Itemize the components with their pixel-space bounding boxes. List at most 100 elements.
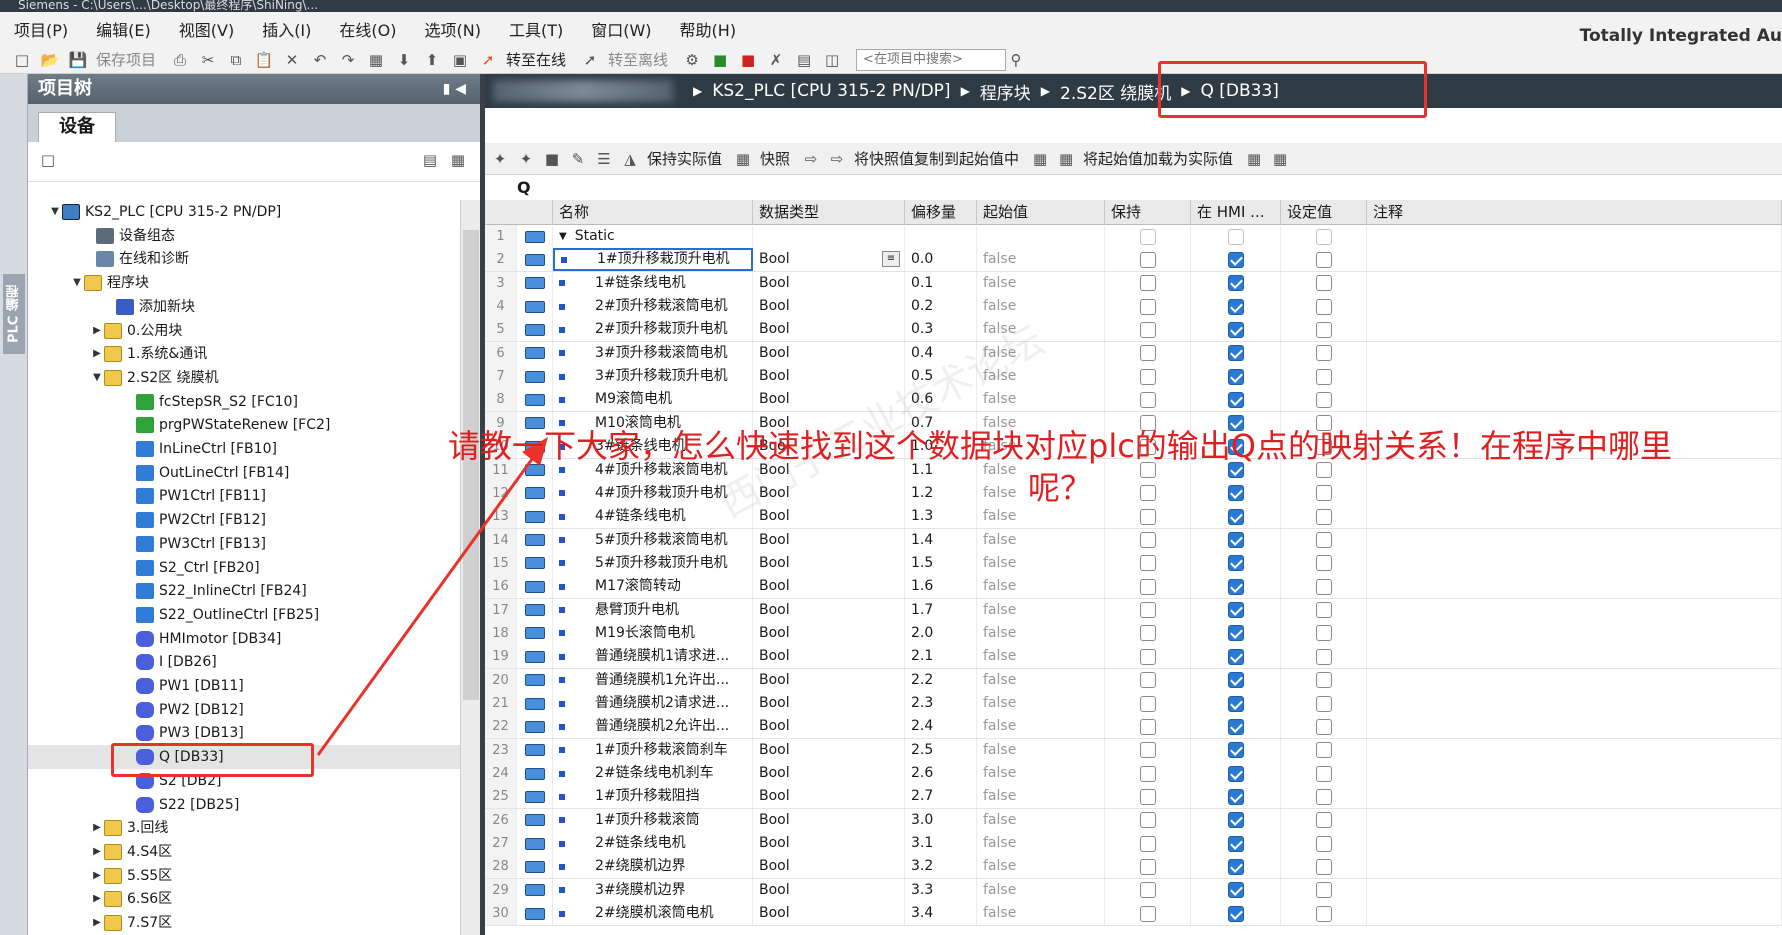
comment-cell[interactable] [1367,762,1782,786]
name-cell[interactable]: M19长滚筒电机 [553,621,753,645]
copy-icon[interactable]: ⧉ [226,50,246,70]
insert-row-icon[interactable]: ✦ [491,149,509,169]
keep-checkbox[interactable] [1139,251,1156,268]
tree-item[interactable]: ▶ 7.S7区 [28,911,460,935]
start-value-cell[interactable]: false [977,575,1105,599]
keep-checkbox[interactable] [1139,275,1156,292]
table-row[interactable]: 19 普通绕膜机1请求进... Bool 2.1 false [485,645,1782,670]
name-cell[interactable]: 3#顶升移栽滚筒电机 [553,341,753,365]
breadcrumb-item[interactable]: 程序块 [980,79,1031,104]
new-item-icon[interactable]: □ [38,150,58,170]
comment-cell[interactable] [1367,621,1782,645]
table-row[interactable]: 1 ▼ Static [485,225,1782,249]
load-icon[interactable]: ▦ [1245,149,1263,169]
comment-cell[interactable] [1367,738,1782,762]
split-vertical-icon[interactable]: ◫ [822,50,842,70]
set-checkbox[interactable] [1315,578,1332,595]
table-row[interactable]: 28 2#绕膜机边界 Bool 3.2 false [485,855,1782,880]
set-checkbox[interactable] [1315,672,1332,689]
start-value-cell[interactable]: false [977,668,1105,692]
expand-arrow-icon[interactable]: ▶ [90,342,104,366]
table-row[interactable]: 23 1#顶升移栽滚筒刹车 Bool 2.5 false [485,738,1782,763]
data-type-cell[interactable]: Bool [753,341,905,365]
set-checkbox[interactable] [1315,532,1332,549]
column-header[interactable]: 偏移量 [905,200,977,225]
split-horizontal-icon[interactable]: ▤ [794,50,814,70]
expand-arrow-icon[interactable]: ▶ [90,864,104,888]
copy-snapshot-to-start-button[interactable]: 将快照值复制到起始值中 [854,148,1019,169]
comment-cell[interactable] [1367,551,1782,575]
open-project-icon[interactable]: 📂 [40,50,60,70]
column-header[interactable]: 在 HMI ... [1191,200,1281,225]
table-row[interactable]: 27 2#链条线电机 Bool 3.1 false [485,832,1782,857]
data-type-cell[interactable]: Bool [753,738,905,762]
breadcrumb-item[interactable]: KS2_PLC [CPU 315-2 PN/DP] [712,81,950,101]
table-row[interactable]: 6 3#顶升移栽滚筒电机 Bool 0.4 false [485,341,1782,366]
expand-arrow-icon[interactable]: ▶ [90,840,104,864]
tree-item[interactable]: ▶ 0.公用块 [28,319,460,343]
name-cell[interactable]: 1#顶升移栽顶升电机 [553,248,753,272]
data-type-cell[interactable]: Bool [753,692,905,715]
keep-checkbox[interactable] [1139,321,1156,338]
set-checkbox[interactable] [1315,228,1332,245]
table-row[interactable]: 30 2#绕膜机滚筒电机 Bool 3.4 false [485,902,1782,927]
hmi-checkbox[interactable] [1227,742,1244,759]
load-all-icon[interactable]: ▦ [1271,149,1289,169]
keep-checkbox[interactable] [1139,532,1156,549]
comment-cell[interactable] [1367,878,1782,902]
tree-item[interactable]: InLineCtrl [FB10] [28,437,460,461]
data-type-cell[interactable]: Bool [753,645,905,669]
undo-icon[interactable]: ↶ [310,50,330,70]
name-cell[interactable]: 普通绕膜机2请求进... [553,692,753,715]
column-header[interactable]: 设定值 [1281,200,1367,225]
keep-checkbox[interactable] [1139,858,1156,875]
go-online-button[interactable]: 转至在线 [506,49,566,70]
snapshot-button[interactable]: 快照 [760,148,790,169]
load-start-as-actual-button[interactable]: 将起始值加载为实际值 [1083,148,1233,169]
start-value-cell[interactable]: false [977,832,1105,856]
hmi-checkbox[interactable] [1227,672,1244,689]
name-cell[interactable]: 1#链条线电机 [553,271,753,295]
column-header[interactable]: 注释 [1367,200,1782,225]
hmi-checkbox[interactable] [1227,858,1244,875]
data-type-cell[interactable]: Bool [753,902,905,926]
keep-checkbox[interactable] [1139,298,1156,315]
project-search-input[interactable] [856,48,1007,71]
name-cell[interactable]: M9滚筒电机 [553,388,753,412]
tree-item[interactable]: ▼ 程序块 [28,271,460,295]
set-checkbox[interactable] [1315,765,1332,782]
cross-reference-icon[interactable]: ✗ [766,50,786,70]
snapshot-icon[interactable]: ▦ [734,149,752,169]
keep-checkbox[interactable] [1139,905,1156,922]
keep-checkbox[interactable] [1139,508,1156,525]
tree-item[interactable]: OutLineCtrl [FB14] [28,461,460,485]
set-checkbox[interactable] [1315,812,1332,829]
tree-item[interactable]: PW2 [DB12] [28,698,460,722]
set-checkbox[interactable] [1315,251,1332,268]
expand-arrow-icon[interactable]: ▶ [90,319,104,343]
set-checkbox[interactable] [1315,718,1332,735]
tree-item[interactable]: 添加新块 [28,295,460,319]
data-type-cell[interactable]: Bool ≡ [753,248,905,272]
set-checkbox[interactable] [1315,835,1332,852]
name-cell[interactable]: 普通绕膜机2允许出... [553,715,753,739]
name-cell[interactable]: 5#顶升移栽顶升电机 [553,551,753,575]
column-header[interactable]: 保持 [1105,200,1191,225]
hmi-checkbox[interactable] [1227,368,1244,385]
name-cell[interactable]: 3#绕膜机边界 [553,878,753,902]
devices-tab[interactable]: 设备 [38,112,116,142]
save-icon[interactable]: 💾 [68,50,88,70]
start-value-cell[interactable]: false [977,715,1105,739]
start-value-cell[interactable]: false [977,271,1105,295]
delete-icon[interactable]: ✕ [282,50,302,70]
name-cell[interactable]: 5#顶升移栽滚筒电机 [553,528,753,552]
set-checkbox[interactable] [1315,625,1332,642]
details-view-icon[interactable]: ▤ [420,150,440,170]
name-cell[interactable]: 2#绕膜机边界 [553,855,753,879]
menu-item-8[interactable]: 帮助(H) [680,17,737,41]
comment-cell[interactable] [1367,575,1782,599]
tree-item[interactable]: ▶ 5.S5区 [28,864,460,888]
hmi-checkbox[interactable] [1227,532,1244,549]
name-cell[interactable]: 2#绕膜机滚筒电机 [553,902,753,926]
comment-cell[interactable] [1367,225,1782,248]
